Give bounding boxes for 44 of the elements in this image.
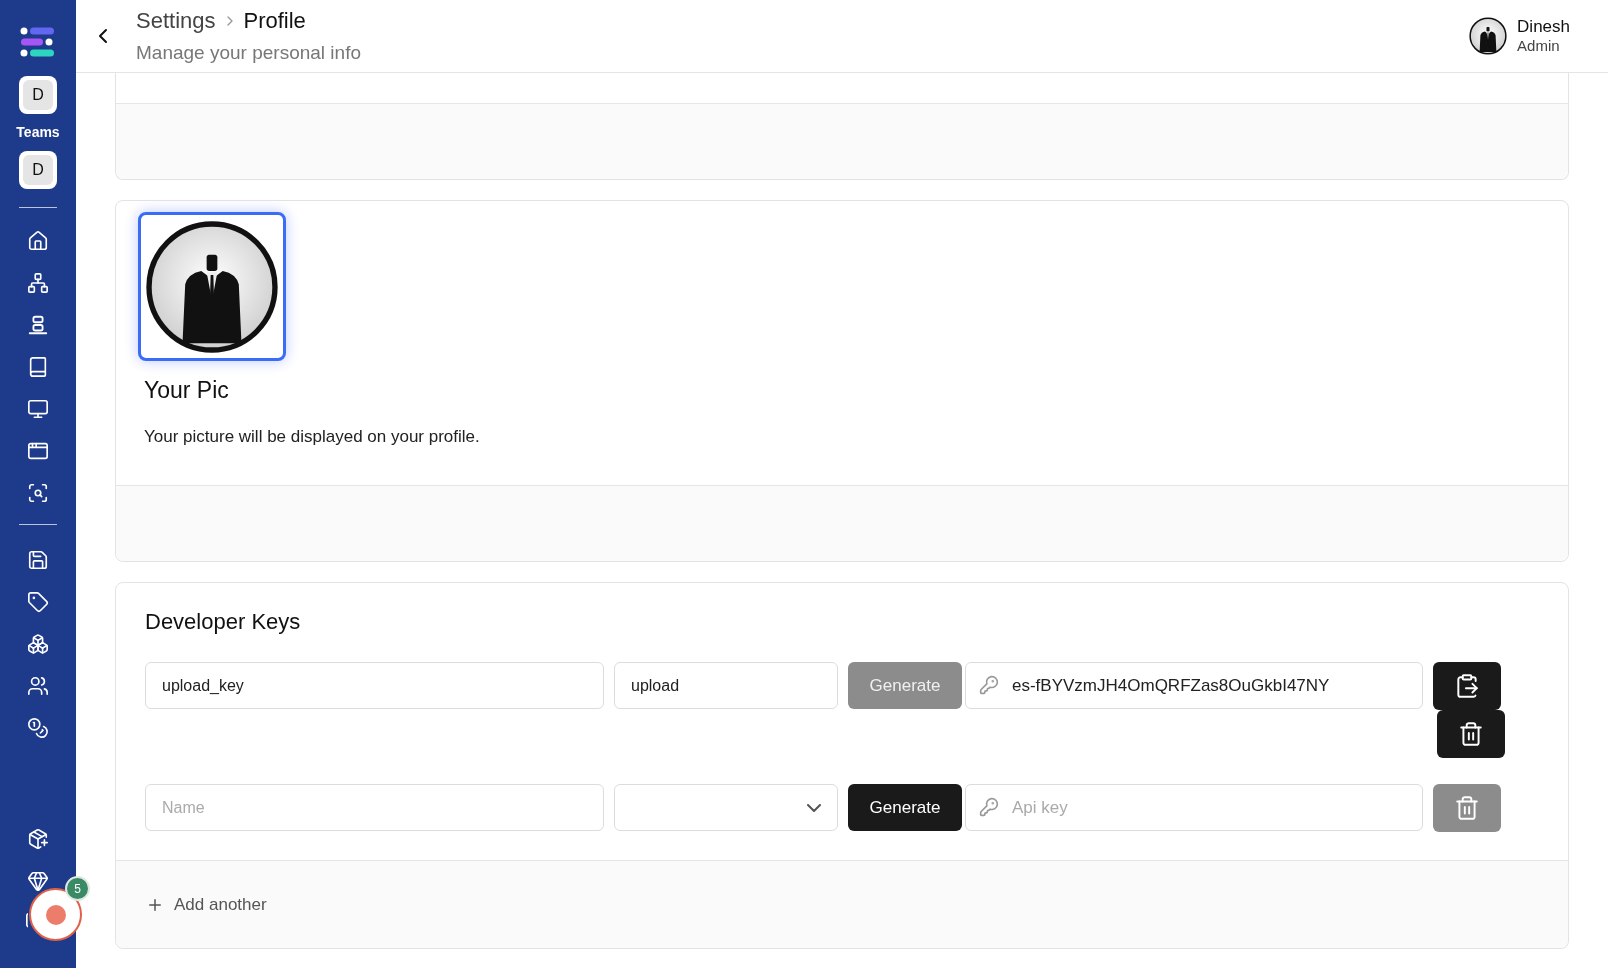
scan-icon[interactable] — [27, 482, 49, 504]
coins-icon[interactable] — [27, 717, 49, 739]
trash-icon — [1458, 721, 1484, 747]
home-icon[interactable] — [27, 230, 49, 252]
key-name-field[interactable]: Name — [145, 784, 604, 831]
section-description: Your picture will be displayed on your profile. — [144, 425, 481, 448]
generate-button[interactable]: Generate — [848, 784, 962, 831]
book-icon[interactable] — [27, 356, 49, 378]
add-another-button[interactable]: Add another — [146, 891, 267, 918]
gem-icon[interactable] — [27, 870, 49, 892]
api-key-field[interactable]: Api key — [965, 784, 1423, 831]
save-icon[interactable] — [27, 549, 49, 571]
boxes-icon[interactable] — [27, 633, 49, 655]
network-icon[interactable] — [27, 272, 49, 294]
package-add-icon[interactable] — [27, 828, 49, 850]
chevron-down-icon — [807, 803, 821, 812]
monitor-icon[interactable] — [27, 398, 49, 420]
page-subtitle: Manage your personal info — [136, 41, 361, 66]
record-icon — [45, 904, 66, 925]
users-icon[interactable] — [27, 675, 49, 697]
section-title: Your Pic — [144, 376, 230, 405]
page-title: Profile — [243, 7, 306, 36]
user-role: Admin — [1517, 37, 1561, 56]
clipboard-icon — [1454, 673, 1480, 699]
team-avatar[interactable]: D — [19, 151, 57, 189]
permission-field[interactable]: upload — [614, 662, 838, 709]
tag-icon[interactable] — [27, 591, 49, 613]
key-name-field[interactable]: upload_key — [145, 662, 604, 709]
breadcrumb-link[interactable]: Settings — [136, 4, 216, 38]
section-title: Developer Keys — [145, 608, 302, 636]
notification-badge: 5 — [65, 876, 90, 901]
logo-icon[interactable] — [20, 26, 56, 58]
teams-label: Teams — [16, 123, 60, 142]
delete-button[interactable] — [1437, 710, 1505, 758]
picture-frame[interactable] — [138, 212, 286, 361]
team-avatar[interactable]: D — [19, 76, 57, 114]
copy-key-button[interactable] — [1433, 662, 1501, 710]
stack-icon[interactable] — [27, 314, 49, 336]
trash-icon — [1454, 795, 1480, 821]
window-icon[interactable] — [27, 440, 49, 462]
key-icon — [979, 797, 999, 817]
key-icon — [979, 675, 999, 695]
api-key-field[interactable]: es-fBYVzmJH4OmQRFZas8OuGkbI47NY — [965, 662, 1423, 709]
user-name: Dinesh — [1517, 16, 1570, 38]
